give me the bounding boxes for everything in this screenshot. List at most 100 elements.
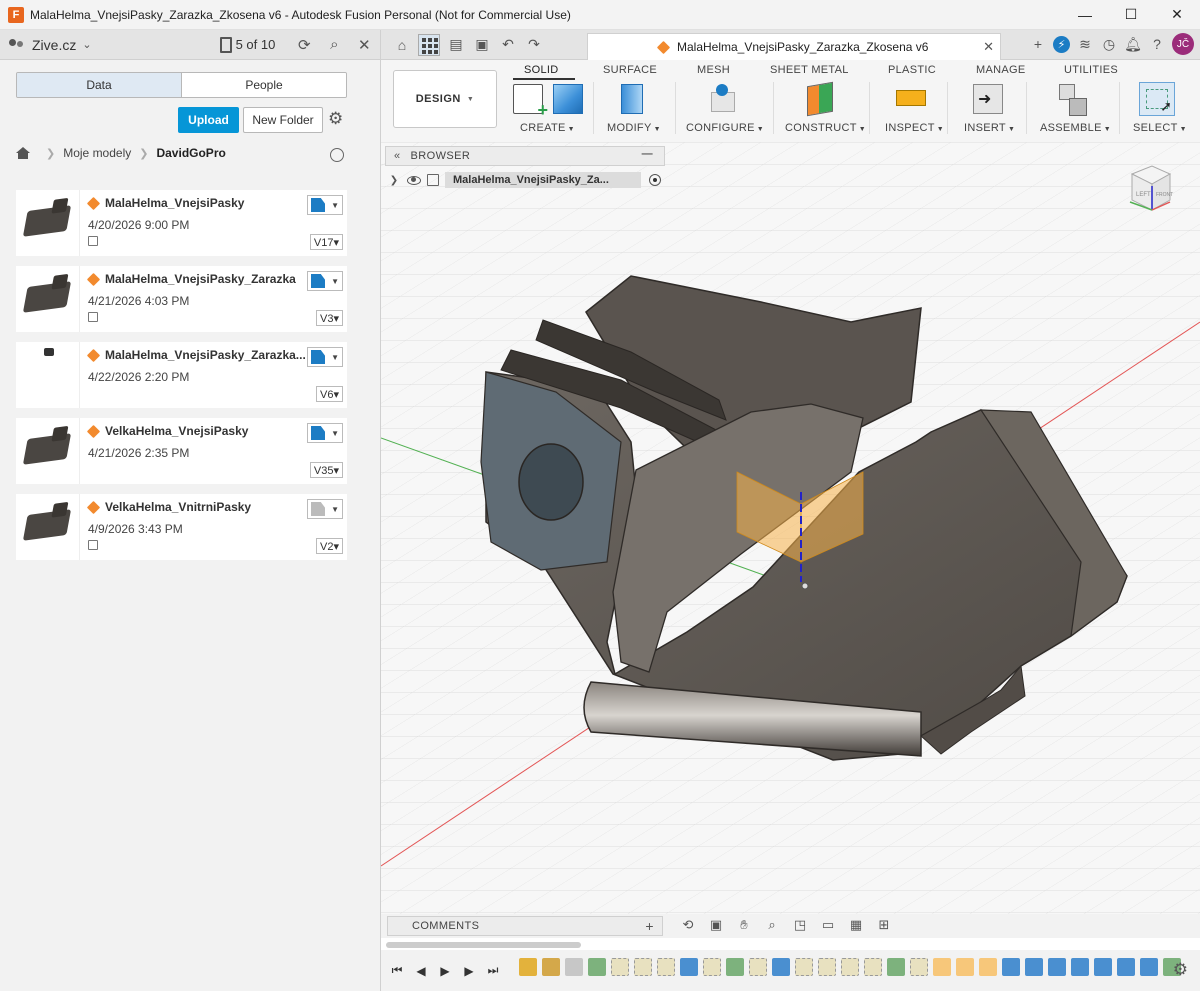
file-card[interactable]: MalaHelma_VnejsiPasky_Zarazka 4/21/2026 … (16, 266, 347, 332)
timeline-feature-icon[interactable] (933, 958, 951, 976)
group-construct[interactable]: CONSTRUCT ▼ (785, 122, 866, 134)
comments-panel[interactable]: COMMENTS + (387, 916, 663, 936)
timeline-feature-icon[interactable] (749, 958, 767, 976)
open-file-button[interactable]: ▼ (307, 195, 343, 215)
horizontal-scrollbar[interactable] (386, 942, 581, 948)
file-menu-icon[interactable]: ▤ (443, 36, 469, 53)
version-badge[interactable]: V35▾ (309, 462, 343, 478)
save-icon[interactable]: ▣ (469, 36, 495, 53)
grid-settings-icon[interactable]: ▦ (845, 916, 867, 934)
timeline-feature-icon[interactable] (956, 958, 974, 976)
timeline-feature-icon[interactable] (979, 958, 997, 976)
team-selector[interactable]: Zive.cz (32, 37, 76, 53)
tab-people[interactable]: People (182, 73, 346, 97)
add-comment-icon[interactable]: + (645, 918, 654, 934)
look-at-icon[interactable]: ▣ (705, 916, 727, 934)
offline-icon[interactable]: ≋ (1076, 35, 1094, 53)
version-badge[interactable]: V2▾ (316, 538, 343, 554)
timeline-feature-icon[interactable] (634, 958, 652, 976)
help-icon[interactable]: ? (1148, 35, 1166, 53)
open-file-button[interactable]: ▼ (307, 499, 343, 519)
extensions-icon[interactable]: ⚡ (1053, 35, 1070, 53)
timeline-feature-icon[interactable] (680, 958, 698, 976)
job-status-count[interactable]: 5 of 10 (236, 37, 276, 52)
timeline-feature-icon[interactable] (1025, 958, 1043, 976)
timeline-prev-icon[interactable]: ◀ (409, 964, 433, 978)
timeline-feature-icon[interactable] (1094, 958, 1112, 976)
timeline-feature-icon[interactable] (795, 958, 813, 976)
open-file-button[interactable]: ▼ (307, 347, 343, 367)
job-status-icon[interactable] (219, 36, 232, 53)
viewports-icon[interactable]: ⊞ (873, 916, 895, 934)
visibility-eye-icon[interactable] (407, 175, 421, 185)
browser-root-label[interactable]: MalaHelma_VnejsiPasky_Za... (445, 172, 641, 188)
timeline-feature-icon[interactable] (611, 958, 629, 976)
timeline-feature-icon[interactable] (1117, 958, 1135, 976)
timeline-feature-icon[interactable] (864, 958, 882, 976)
insert-icon[interactable] (973, 84, 1003, 114)
tab-sheet-metal[interactable]: SHEET METAL (770, 64, 849, 76)
home-icon[interactable]: ⌂ (389, 37, 415, 53)
search-icon[interactable]: ⌕ (319, 36, 349, 53)
orbit-icon[interactable]: ⟲ (677, 916, 699, 934)
group-configure[interactable]: CONFIGURE ▼ (686, 122, 764, 134)
timeline-feature-icon[interactable] (565, 958, 583, 976)
gear-icon[interactable]: ⚙ (328, 109, 343, 129)
browser-header[interactable]: « BROWSER — (385, 146, 665, 166)
undo-icon[interactable]: ↶ (495, 36, 521, 53)
timeline-feature-icon[interactable] (703, 958, 721, 976)
minimize-panel-icon[interactable]: — (642, 148, 653, 160)
group-create[interactable]: CREATE ▼ (520, 122, 575, 134)
version-badge[interactable]: V6▾ (316, 386, 343, 402)
measure-icon[interactable] (896, 90, 926, 106)
display-settings-icon[interactable]: ▭ (817, 916, 839, 934)
group-select[interactable]: SELECT ▼ (1133, 122, 1187, 134)
tab-plastic[interactable]: PLASTIC (888, 64, 936, 76)
redo-icon[interactable]: ↷ (521, 36, 547, 53)
pan-hand-icon[interactable]: ✋︎ (733, 916, 755, 934)
activate-radio-icon[interactable] (649, 174, 661, 186)
timeline-feature-icon[interactable] (1002, 958, 1020, 976)
construct-plane-icon[interactable] (807, 81, 833, 117)
timeline-feature-icon[interactable] (1048, 958, 1066, 976)
group-insert[interactable]: INSERT ▼ (964, 122, 1015, 134)
refresh-icon[interactable]: ⟳ (289, 36, 319, 54)
timeline-feature-icon[interactable] (519, 958, 537, 976)
timeline-play-icon[interactable]: ▶ (433, 964, 457, 978)
chevron-right-icon[interactable]: ❯ (385, 175, 403, 186)
3d-viewport[interactable]: « BROWSER — ❯ MalaHelma_VnejsiPasky_Za..… (381, 142, 1200, 936)
upload-button[interactable]: Upload (178, 107, 239, 133)
timeline-feature-icon[interactable] (887, 958, 905, 976)
tab-data[interactable]: Data (17, 73, 182, 97)
tab-utilities[interactable]: UTILITIES (1064, 64, 1118, 76)
zoom-icon[interactable]: ⌕ (761, 916, 783, 934)
select-icon[interactable] (1139, 82, 1175, 116)
timeline-feature-icon[interactable] (841, 958, 859, 976)
open-file-button[interactable]: ▼ (307, 423, 343, 443)
extrude-icon[interactable] (553, 84, 583, 114)
avatar[interactable]: JČ (1172, 33, 1194, 55)
tab-manage[interactable]: MANAGE (976, 64, 1025, 76)
file-card[interactable]: VelkaHelma_VnejsiPasky 4/21/2026 2:35 PM… (16, 418, 347, 484)
timeline-feature-icon[interactable] (1140, 958, 1158, 976)
maximize-button[interactable]: ☐ (1108, 0, 1154, 30)
document-tab[interactable]: MalaHelma_VnejsiPasky_Zarazka_Zkosena v6… (587, 33, 1001, 60)
create-sketch-icon[interactable] (513, 84, 548, 121)
chevron-down-icon[interactable]: ⌄ (82, 38, 91, 51)
file-card[interactable]: MalaHelma_VnejsiPasky_Zarazka... 4/22/20… (16, 342, 347, 408)
file-card[interactable]: VelkaHelma_VnitrniPasky 4/9/2026 3:43 PM… (16, 494, 347, 560)
home-icon[interactable] (16, 147, 30, 159)
timeline-feature-icon[interactable] (588, 958, 606, 976)
timeline-feature-icon[interactable] (1071, 958, 1089, 976)
close-window-button[interactable]: ✕ (1154, 0, 1200, 30)
timeline-feature-icon[interactable] (818, 958, 836, 976)
show-data-panel-button[interactable] (418, 33, 440, 56)
timeline-feature-icon[interactable] (910, 958, 928, 976)
workspace-switcher[interactable]: DESIGN ▼ (393, 70, 497, 128)
globe-icon[interactable] (330, 148, 344, 162)
job-status-icon[interactable]: ◷ (1100, 35, 1118, 53)
version-badge[interactable]: V17▾ (309, 234, 343, 250)
timeline-feature-icon[interactable] (772, 958, 790, 976)
timeline-feature-icon[interactable] (542, 958, 560, 976)
group-assemble[interactable]: ASSEMBLE ▼ (1040, 122, 1111, 134)
